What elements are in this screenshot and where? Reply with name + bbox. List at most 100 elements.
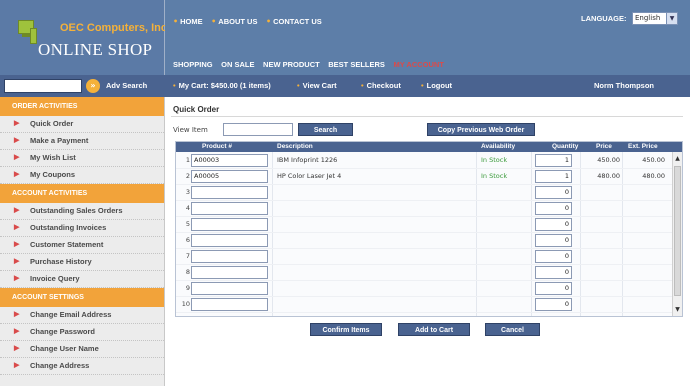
nav-shopping[interactable]: SHOPPING <box>173 60 213 69</box>
table-row: 2 A00005 HP Color Laser Jet 4 In Stock 1… <box>176 169 672 185</box>
sidebar-item-change-email-address[interactable]: ▶ Change Email Address <box>0 307 164 324</box>
copy-previous-web-order-button[interactable]: Copy Previous Web Order <box>427 123 535 136</box>
adv-search-link[interactable]: Adv Search <box>106 81 147 90</box>
quantity-input[interactable]: 0 <box>535 298 572 311</box>
row-number: 2 <box>185 172 190 180</box>
product-input[interactable] <box>191 218 268 231</box>
sidebar-item-change-address[interactable]: ▶ Change Address <box>0 358 164 375</box>
language-dropdown[interactable]: English ▼ <box>632 12 678 25</box>
sidebar-item-outstanding-invoices[interactable]: ▶ Outstanding Invoices <box>0 220 164 237</box>
quantity-input[interactable]: 0 <box>535 266 572 279</box>
language-label: LANGUAGE: <box>581 14 627 23</box>
product-input[interactable] <box>191 266 268 279</box>
my-cart-link[interactable]: • My Cart: $450.00 (1 items) <box>173 81 271 90</box>
sidebar-item-change-password[interactable]: ▶ Change Password <box>0 324 164 341</box>
column-header-description: Description <box>277 143 313 150</box>
checkout-link[interactable]: • Checkout <box>361 81 401 90</box>
sidebar-item-quick-order[interactable]: ▶ Quick Order <box>0 116 164 133</box>
bullet-icon: • <box>421 81 424 90</box>
arrow-right-icon: ▶ <box>14 275 20 282</box>
sidebar-item-my-wish-list[interactable]: ▶ My Wish List <box>0 150 164 167</box>
quantity-input[interactable]: 0 <box>535 186 572 199</box>
product-input[interactable] <box>191 186 268 199</box>
chevron-down-icon[interactable]: ▼ <box>666 13 677 24</box>
search-bar: » Adv Search <box>0 75 165 97</box>
view-cart-label: View Cart <box>302 81 337 90</box>
row-number: 10 <box>181 300 190 308</box>
sidebar-item-label: Change Address <box>30 361 90 370</box>
product-input[interactable] <box>191 282 268 295</box>
column-header-availability: Availability <box>481 143 516 150</box>
table-row: 10 0 <box>176 297 672 313</box>
product-input[interactable]: A00005 <box>191 170 268 183</box>
ext-price-cell: 480.00 <box>642 172 665 180</box>
quantity-input[interactable]: 0 <box>535 218 572 231</box>
cancel-button[interactable]: Cancel <box>485 323 540 336</box>
logo-area[interactable]: OEC Computers, Inc. ONLINE SHOP <box>0 0 170 75</box>
company-name: OEC Computers, Inc. <box>60 22 171 34</box>
product-input[interactable] <box>191 298 268 311</box>
header: • HOME • ABOUT US • CONTACT US LANGUAGE: En… <box>165 0 690 75</box>
quantity-input[interactable]: 0 <box>535 250 572 263</box>
table-header: Product # Description Availability Quant… <box>176 142 682 152</box>
table-scrollbar[interactable]: ▲ ▼ <box>672 152 682 316</box>
quantity-input[interactable]: 0 <box>535 202 572 215</box>
arrow-right-icon: ▶ <box>14 207 20 214</box>
table-row: 9 0 <box>176 281 672 297</box>
price-cell: 480.00 <box>597 172 620 180</box>
nav-my-account[interactable]: MY ACCOUNT <box>393 60 443 69</box>
availability-cell: In Stock <box>481 156 508 164</box>
sidebar-item-label: Make a Payment <box>30 136 89 145</box>
sidebar-item-label: Purchase History <box>30 257 92 266</box>
nav-new-product[interactable]: NEW PRODUCT <box>263 60 320 69</box>
scroll-down-icon[interactable]: ▼ <box>673 305 682 314</box>
nav-best-sellers[interactable]: BEST SELLERS <box>328 60 385 69</box>
sidebar-item-change-user-name[interactable]: ▶ Change User Name <box>0 341 164 358</box>
bullet-icon: • <box>211 17 217 26</box>
arrow-right-icon: ▶ <box>14 311 20 318</box>
sidebar-item-customer-statement[interactable]: ▶ Customer Statement <box>0 237 164 254</box>
view-cart-link[interactable]: • View Cart <box>297 81 337 90</box>
contact-us-link[interactable]: CONTACT US <box>273 17 322 26</box>
logout-label: Logout <box>426 81 453 90</box>
scroll-up-icon[interactable]: ▲ <box>673 154 682 163</box>
sidebar-item-label: Customer Statement <box>30 240 104 249</box>
product-input[interactable] <box>191 234 268 247</box>
column-header-price: Price <box>596 143 612 150</box>
search-input[interactable] <box>4 79 82 93</box>
sidebar-item-my-coupons[interactable]: ▶ My Coupons <box>0 167 164 184</box>
quantity-input[interactable]: 1 <box>535 154 572 167</box>
ext-price-cell: 450.00 <box>642 156 665 164</box>
add-to-cart-button[interactable]: Add to Cart <box>398 323 470 336</box>
sidebar-item-label: Outstanding Sales Orders <box>30 206 123 215</box>
confirm-items-button[interactable]: Confirm Items <box>310 323 382 336</box>
view-item-input[interactable] <box>223 123 293 136</box>
table-row: 7 0 <box>176 249 672 265</box>
bullet-icon: • <box>297 81 300 90</box>
page-title: Quick Order <box>173 105 220 114</box>
sidebar-item-purchase-history[interactable]: ▶ Purchase History <box>0 254 164 271</box>
language-value: English <box>635 14 661 22</box>
product-input[interactable] <box>191 250 268 263</box>
nav-on-sale[interactable]: ON SALE <box>221 60 254 69</box>
about-us-link[interactable]: ABOUT US <box>218 17 257 26</box>
scrollbar-thumb[interactable] <box>674 166 681 296</box>
arrow-right-icon: ▶ <box>14 137 20 144</box>
quantity-input[interactable]: 1 <box>535 170 572 183</box>
shop-nav: SHOPPING ON SALE NEW PRODUCT BEST SELLER… <box>173 60 450 69</box>
sidebar-item-invoice-query[interactable]: ▶ Invoice Query <box>0 271 164 288</box>
search-go-icon[interactable]: » <box>86 79 100 93</box>
sidebar-item-outstanding-sales-orders[interactable]: ▶ Outstanding Sales Orders <box>0 203 164 220</box>
product-input[interactable]: A00003 <box>191 154 268 167</box>
home-link[interactable]: HOME <box>180 17 203 26</box>
availability-cell: In Stock <box>481 172 508 180</box>
search-button[interactable]: Search <box>298 123 353 136</box>
quantity-input[interactable]: 0 <box>535 282 572 295</box>
product-input[interactable] <box>191 202 268 215</box>
sidebar-item-label: Change Password <box>30 327 96 336</box>
main-content: Quick Order View Item Search Copy Previo… <box>165 97 690 386</box>
row-number: 9 <box>185 284 190 292</box>
quantity-input[interactable]: 0 <box>535 234 572 247</box>
sidebar-item-make-a-payment[interactable]: ▶ Make a Payment <box>0 133 164 150</box>
logout-link[interactable]: • Logout <box>421 81 452 90</box>
